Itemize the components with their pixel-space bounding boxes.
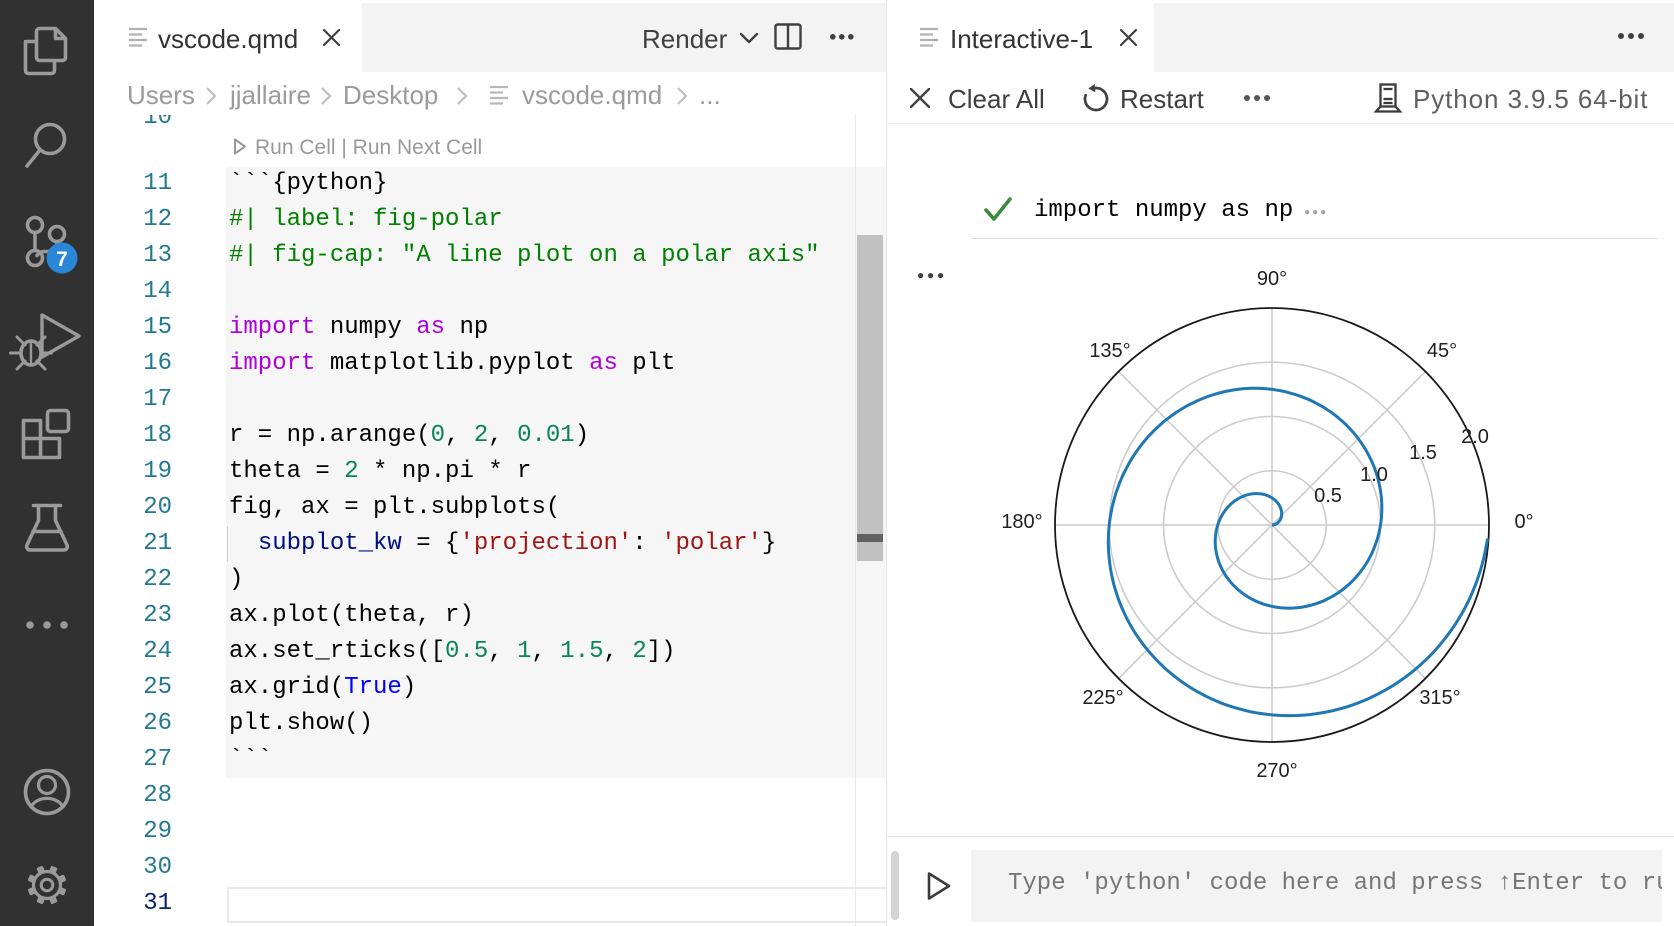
- svg-text:270°: 270°: [1256, 760, 1297, 782]
- svg-text:1.0: 1.0: [1360, 464, 1388, 486]
- svg-text:45°: 45°: [1427, 340, 1457, 362]
- svg-text:225°: 225°: [1082, 687, 1123, 709]
- svg-text:180°: 180°: [1001, 511, 1042, 533]
- svg-text:315°: 315°: [1419, 687, 1460, 709]
- svg-text:90°: 90°: [1257, 268, 1287, 290]
- svg-text:1.5: 1.5: [1409, 442, 1437, 464]
- svg-text:7: 7: [56, 248, 68, 271]
- svg-text:2.0: 2.0: [1461, 426, 1489, 448]
- svg-text:135°: 135°: [1089, 340, 1130, 362]
- svg-text:0.5: 0.5: [1314, 485, 1342, 507]
- svg-text:0°: 0°: [1514, 511, 1533, 533]
